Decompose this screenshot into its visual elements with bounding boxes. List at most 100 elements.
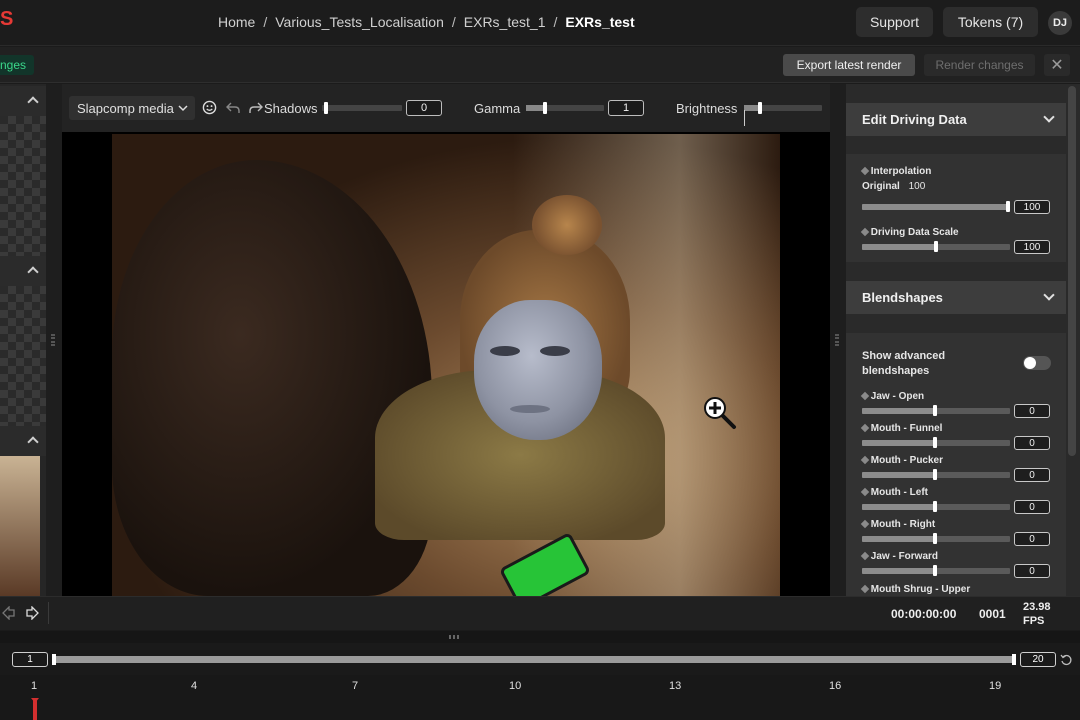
step-forward-icon[interactable]	[25, 606, 39, 620]
subject-hair-bun	[532, 195, 602, 255]
shadows-slider-thumb[interactable]	[324, 102, 328, 114]
blendshape-slider-thumb[interactable]	[933, 437, 937, 448]
interpolation-original: Original 100	[862, 181, 925, 192]
keyframe-diamond-icon[interactable]	[860, 584, 870, 594]
keyframe-diamond-icon[interactable]	[860, 166, 870, 176]
chevron-up-icon[interactable]	[27, 96, 39, 108]
blendshape-slider-thumb[interactable]	[933, 565, 937, 576]
interpolation-slider-thumb[interactable]	[1006, 201, 1010, 212]
breadcrumb-project[interactable]: Various_Tests_Localisation	[275, 14, 444, 30]
blendshape-label-text: Mouth - Funnel	[870, 423, 943, 434]
drag-handle-icon[interactable]	[449, 635, 459, 639]
blendshape-slider-thumb[interactable]	[933, 533, 937, 544]
avatar[interactable]: DJ	[1048, 11, 1072, 35]
thumbnail-preview[interactable]	[0, 116, 46, 256]
shadows-value-input[interactable]: 0	[406, 100, 442, 116]
smile-icon[interactable]	[202, 100, 217, 115]
shadows-label: Shadows	[264, 101, 318, 116]
keyframe-diamond-icon[interactable]	[860, 487, 870, 497]
step-back-icon[interactable]	[2, 606, 16, 620]
gamma-value-input[interactable]: 1	[608, 100, 644, 116]
tokens-button[interactable]: Tokens (7)	[943, 7, 1038, 37]
chevron-down-icon[interactable]	[1043, 289, 1055, 301]
right-panel-resizer[interactable]	[830, 84, 846, 596]
interpolation-value-input[interactable]: 100	[1014, 200, 1050, 214]
blendshape-label: Mouth - Pucker	[860, 455, 944, 466]
redo-icon[interactable]	[249, 101, 263, 114]
blendshape-label-text: Mouth - Right	[870, 519, 936, 530]
driving-data-scale-value-input[interactable]: 100	[1014, 240, 1050, 254]
breadcrumb-separator: /	[263, 14, 268, 30]
ruler-tick-label: 13	[669, 680, 682, 692]
blendshape-value-input[interactable]: 0	[1014, 436, 1050, 450]
face-mask-overlay[interactable]	[474, 300, 602, 440]
blendshapes-header[interactable]: Blendshapes	[846, 281, 1066, 314]
interpolation-label: Interpolation	[860, 166, 931, 177]
export-latest-render-button[interactable]: Export latest render	[783, 54, 915, 76]
face-mask-eye	[490, 346, 520, 356]
driving-data-scale-slider-thumb[interactable]	[934, 241, 938, 252]
support-button[interactable]: Support	[856, 7, 933, 37]
breadcrumb-shot[interactable]: EXRs_test_1	[464, 14, 546, 30]
blendshape-label-text: Mouth Shrug - Upper	[870, 584, 971, 595]
playhead[interactable]	[33, 700, 37, 720]
undo-icon[interactable]	[226, 101, 240, 114]
keyframe-diamond-icon[interactable]	[860, 455, 870, 465]
left-panel-resizer[interactable]	[46, 84, 62, 596]
media-select[interactable]: Slapcomp media	[69, 96, 195, 120]
thumbnail-preview[interactable]	[0, 456, 40, 596]
toggle-knob[interactable]	[1024, 357, 1036, 369]
blendshape-slider-thumb[interactable]	[933, 501, 937, 512]
keyframe-diamond-icon[interactable]	[860, 227, 870, 237]
blendshape-value-input[interactable]: 0	[1014, 404, 1050, 418]
blendshape-value-input[interactable]: 0	[1014, 500, 1050, 514]
thumbnail-group-header[interactable]	[0, 256, 46, 286]
timeline-range-slider[interactable]	[54, 656, 1014, 663]
range-start-handle[interactable]	[52, 654, 56, 665]
brand-logo[interactable]: S	[0, 8, 13, 31]
breadcrumb-home[interactable]: Home	[218, 14, 255, 30]
blendshape-slider-thumb[interactable]	[933, 405, 937, 416]
blendshape-value-input[interactable]: 0	[1014, 468, 1050, 482]
reset-icon[interactable]	[1060, 654, 1072, 666]
thumbnail-preview[interactable]	[0, 286, 46, 426]
gamma-slider-fill	[526, 105, 544, 111]
shadows-slider[interactable]	[322, 105, 402, 111]
keyframe-diamond-icon[interactable]	[860, 423, 870, 433]
changes-badge: nges	[0, 55, 34, 75]
chevron-down-icon[interactable]	[1043, 111, 1055, 123]
gamma-slider-thumb[interactable]	[543, 102, 547, 114]
zoom-in-icon[interactable]	[702, 395, 738, 431]
brightness-slider-thumb[interactable]	[758, 102, 762, 114]
range-start-input[interactable]: 1	[12, 652, 48, 667]
edit-driving-data-header[interactable]: Edit Driving Data	[846, 103, 1066, 136]
range-end-handle[interactable]	[1012, 654, 1016, 665]
blendshape-label: Jaw - Open	[860, 391, 924, 402]
fps-value: 23.98	[1023, 601, 1051, 613]
thumbnail-group-header[interactable]	[0, 86, 46, 116]
drag-handle-icon[interactable]	[51, 334, 55, 346]
blendshape-value-input[interactable]: 0	[1014, 564, 1050, 578]
blendshape-slider-thumb[interactable]	[933, 469, 937, 480]
thumbnail-group-header[interactable]	[0, 426, 46, 456]
frame-counter: 0001	[979, 607, 1006, 621]
blendshape-value-input[interactable]: 0	[1014, 532, 1050, 546]
brightness-label: Brightness	[676, 101, 738, 116]
timeline-ruler[interactable]	[0, 675, 1080, 720]
keyframe-diamond-icon[interactable]	[860, 519, 870, 529]
blendshape-label-text: Mouth - Pucker	[870, 455, 944, 466]
section-title: Edit Driving Data	[862, 112, 967, 127]
timeline-resizer[interactable]	[0, 631, 1080, 643]
ruler-tick-label: 10	[509, 680, 522, 692]
close-icon[interactable]: ✕	[1044, 54, 1070, 76]
keyframe-diamond-icon[interactable]	[860, 391, 870, 401]
blendshape-slider-fill	[862, 440, 936, 446]
chevron-up-icon[interactable]	[27, 436, 39, 448]
panel-scrollbar[interactable]	[1068, 86, 1076, 456]
keyframe-diamond-icon[interactable]	[860, 551, 870, 561]
range-end-input[interactable]: 20	[1020, 652, 1056, 667]
chevron-up-icon[interactable]	[27, 266, 39, 278]
drag-handle-icon[interactable]	[835, 334, 839, 346]
playhead-marker-icon[interactable]	[31, 698, 39, 703]
render-changes-button[interactable]: Render changes	[924, 54, 1035, 76]
